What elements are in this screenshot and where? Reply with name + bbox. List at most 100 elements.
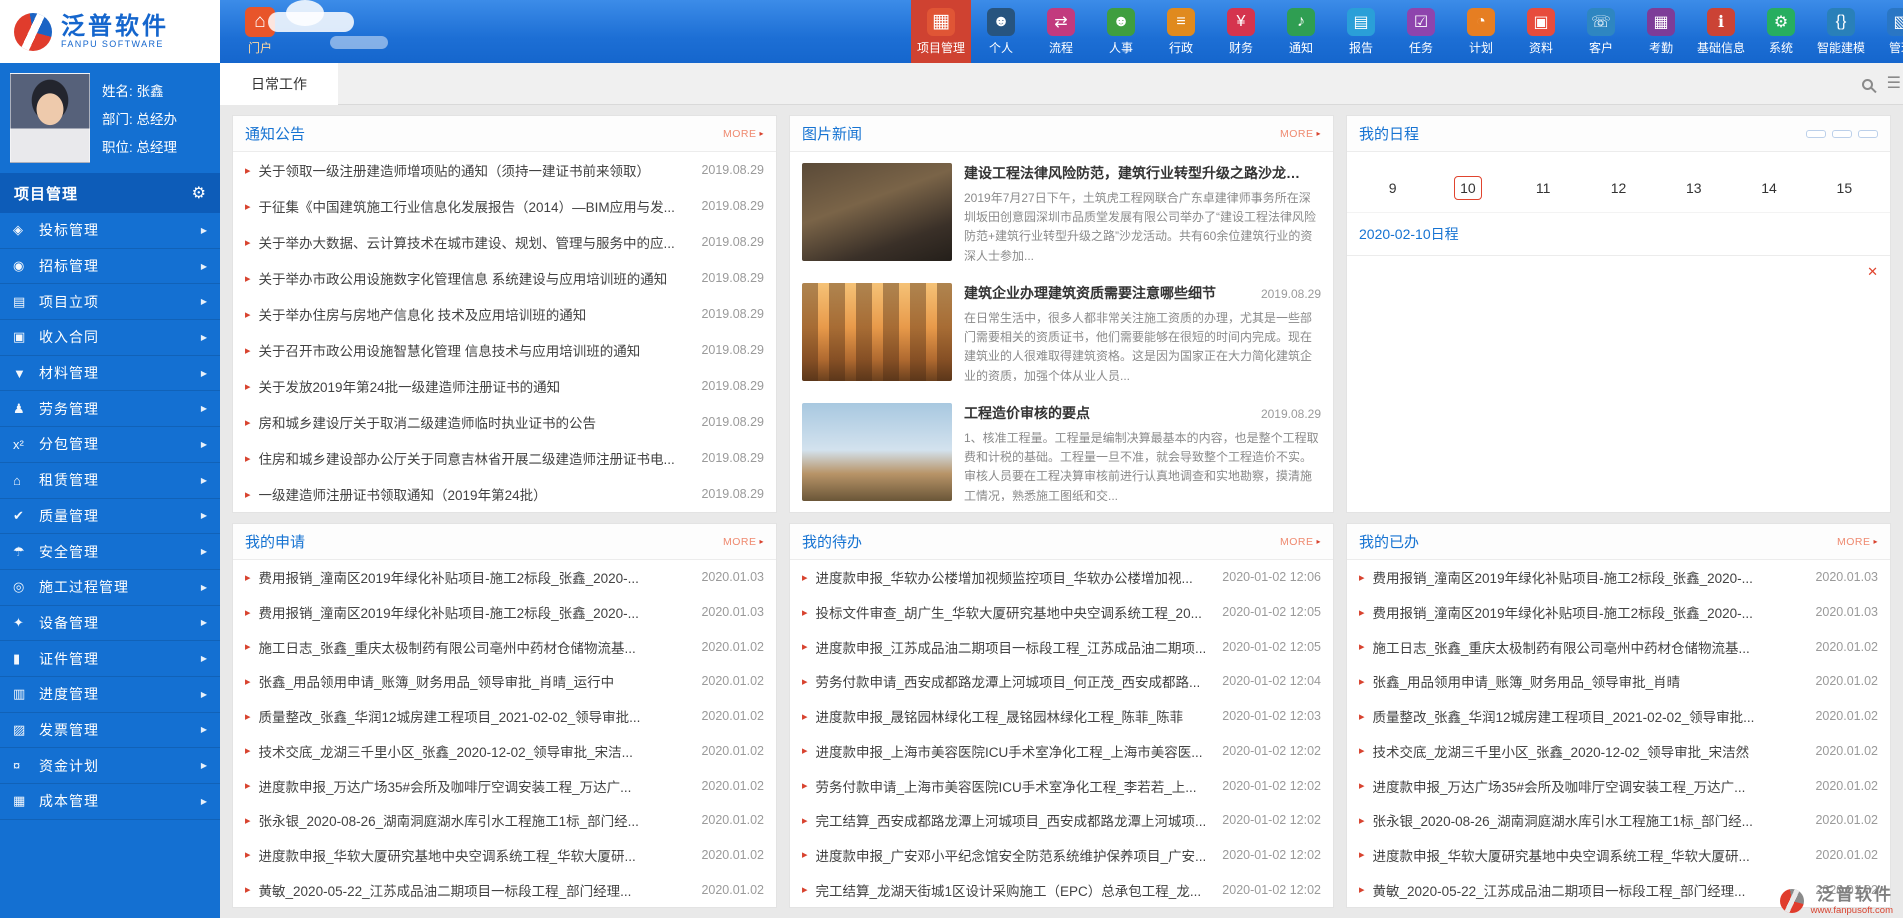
sidebar-menu-item[interactable]: ▨ 发票管理 ▶	[0, 713, 220, 749]
portal-button[interactable]: ⌂ 门户	[228, 0, 292, 63]
top-nav-item[interactable]: ▧ 管理	[1871, 0, 1903, 63]
sidebar-menu-item[interactable]: ¤ 资金计划 ▶	[0, 748, 220, 784]
todo-item[interactable]: ▸ 进度款申报_广安邓小平纪念馆安全防范系统维护保养项目_广安... 2020-…	[790, 838, 1333, 873]
schedule-nav-button[interactable]	[1806, 130, 1826, 138]
notice-item[interactable]: ▸ 关于举办市政公用设施数字化管理信息 系统建设与应用培训班的通知 2019.0…	[233, 260, 776, 296]
todo-item[interactable]: ▸ 完工结算_龙湖天街城1区设计采购施工（EPC）总承包工程_龙... 2020…	[790, 872, 1333, 907]
notice-item[interactable]: ▸ 关于举办大数据、云计算技术在城市建设、规划、管理与服务中的应... 2019…	[233, 224, 776, 260]
gear-icon[interactable]: ⚙	[192, 183, 206, 203]
top-nav-item[interactable]: ⚙ 系统	[1751, 0, 1811, 63]
todo-item[interactable]: ▸ 劳务付款申请_上海市美容医院ICU手术室净化工程_李若若_上... 2020…	[790, 768, 1333, 803]
top-nav-item[interactable]: ▦ 考勤	[1631, 0, 1691, 63]
calendar-date[interactable]: 10	[1430, 176, 1505, 200]
schedule-nav-button[interactable]	[1858, 130, 1878, 138]
sidebar-menu-item[interactable]: ▮ 证件管理 ▶	[0, 641, 220, 677]
notice-item[interactable]: ▸ 一级建造师注册证书领取通知（2019年第24批） 2019.08.29	[233, 476, 776, 512]
nav-app-icon: ¥	[1227, 8, 1255, 36]
notice-item[interactable]: ▸ 关于领取一级注册建造师增项贴的通知（须持一建证书前来领取） 2019.08.…	[233, 152, 776, 188]
more-link[interactable]: MORE ▸	[1280, 536, 1321, 548]
news-item[interactable]: 工程造价审核的要点 2019.08.29 1、核准工程量。工程量是编制决算最基本…	[790, 392, 1333, 512]
apply-item[interactable]: ▸ 费用报销_潼南区2019年绿化补贴项目-施工2标段_张鑫_2020-... …	[233, 595, 776, 630]
list-toggle-icon[interactable]: ☰	[1887, 76, 1901, 92]
search-icon[interactable]	[1862, 79, 1873, 90]
top-nav-item[interactable]: ☏ 客户	[1571, 0, 1631, 63]
news-item[interactable]: 建设工程法律风险防范，建筑行业转型升级之路沙龙活动 2019年7月27日下午，土…	[790, 152, 1333, 272]
tab-daily-work[interactable]: 日常工作	[220, 63, 338, 105]
top-nav-item[interactable]: ♪ 通知	[1271, 0, 1331, 63]
done-item[interactable]: ▸ 施工日志_张鑫_重庆太极制药有限公司亳州中药材仓储物流基... 2020.0…	[1347, 629, 1890, 664]
done-item[interactable]: ▸ 进度款申报_万达广场35#会所及咖啡厅空调安装工程_万达广... 2020.…	[1347, 768, 1890, 803]
sidebar-menu-item[interactable]: ▤ 项目立项 ▶	[0, 284, 220, 320]
notice-item[interactable]: ▸ 住房和城乡建设部办公厅关于同意吉林省开展二级建造师注册证书电... 2019…	[233, 440, 776, 476]
sidebar-menu-item[interactable]: ◎ 施工过程管理 ▶	[0, 570, 220, 606]
top-nav-item[interactable]: ☻ 人事	[1091, 0, 1151, 63]
apply-item[interactable]: ▸ 质量整改_张鑫_华润12城房建工程项目_2021-02-02_领导审批...…	[233, 699, 776, 734]
apply-item[interactable]: ▸ 进度款申报_万达广场35#会所及咖啡厅空调安装工程_万达广... 2020.…	[233, 768, 776, 803]
top-nav-item[interactable]: ◔ 计划	[1451, 0, 1511, 63]
done-item[interactable]: ▸ 质量整改_张鑫_华润12城房建工程项目_2021-02-02_领导审批...…	[1347, 699, 1890, 734]
top-nav-item[interactable]: ⇄ 流程	[1031, 0, 1091, 63]
schedule-nav-button[interactable]	[1832, 130, 1852, 138]
sidebar-menu-item[interactable]: ✦ 设备管理 ▶	[0, 606, 220, 642]
sidebar-menu-item[interactable]: ▣ 收入合同 ▶	[0, 320, 220, 356]
sidebar-menu-item[interactable]: ⌂ 租赁管理 ▶	[0, 463, 220, 499]
apply-item[interactable]: ▸ 黄敏_2020-05-22_江苏成品油二期项目一标段工程_部门经理... 2…	[233, 872, 776, 907]
notice-item[interactable]: ▸ 于征集《中国建筑施工行业信息化发展报告（2014）—BIM应用与发... 2…	[233, 188, 776, 224]
top-nav-item[interactable]: ▣ 资料	[1511, 0, 1571, 63]
sidebar-menu-item[interactable]: ▥ 进度管理 ▶	[0, 677, 220, 713]
item-text: 投标文件审查_胡广生_华软大厦研究基地中央空调系统工程_20...	[816, 602, 1215, 622]
item-text: 于征集《中国建筑施工行业信息化发展报告（2014）—BIM应用与发...	[259, 196, 694, 216]
sidebar-menu-item[interactable]: ✔ 质量管理 ▶	[0, 499, 220, 535]
sidebar-menu-item[interactable]: ▼ 材料管理 ▶	[0, 356, 220, 392]
sidebar-menu-item[interactable]: ◉ 招标管理 ▶	[0, 249, 220, 285]
news-item[interactable]: 建筑企业办理建筑资质需要注意哪些细节 2019.08.29 在日常生活中，很多人…	[790, 272, 1333, 392]
todo-item[interactable]: ▸ 进度款申报_江苏成品油二期项目一标段工程_江苏成品油二期项... 2020-…	[790, 629, 1333, 664]
todo-item[interactable]: ▸ 进度款申报_华软办公楼增加视频监控项目_华软办公楼增加视... 2020-0…	[790, 560, 1333, 595]
calendar-date[interactable]: 11	[1506, 176, 1581, 200]
todo-item[interactable]: ▸ 进度款申报_上海市美容医院ICU手术室净化工程_上海市美容医... 2020…	[790, 734, 1333, 769]
top-nav-item[interactable]: ℹ 基础信息	[1691, 0, 1751, 63]
calendar-date[interactable]: 9	[1355, 176, 1430, 200]
top-nav-item[interactable]: ☑ 任务	[1391, 0, 1451, 63]
apply-item[interactable]: ▸ 技术交底_龙湖三千里小区_张鑫_2020-12-02_领导审批_宋洁... …	[233, 734, 776, 769]
sidebar-menu-item[interactable]: ☂ 安全管理 ▶	[0, 534, 220, 570]
top-nav-item[interactable]: ☻ 个人	[971, 0, 1031, 63]
todo-item[interactable]: ▸ 进度款申报_晟铭园林绿化工程_晟铭园林绿化工程_陈菲_陈菲 2020-01-…	[790, 699, 1333, 734]
apply-item[interactable]: ▸ 进度款申报_华软大厦研究基地中央空调系统工程_华软大厦研... 2020.0…	[233, 838, 776, 873]
done-item[interactable]: ▸ 张鑫_用品领用申请_账簿_财务用品_领导审批_肖晴 2020.01.02	[1347, 664, 1890, 699]
sidebar-menu-item[interactable]: ◈ 投标管理 ▶	[0, 213, 220, 249]
done-item[interactable]: ▸ 张永银_2020-08-26_湖南洞庭湖水库引水工程施工1标_部门经... …	[1347, 803, 1890, 838]
calendar-date[interactable]: 13	[1656, 176, 1731, 200]
top-nav-item[interactable]: ¥ 财务	[1211, 0, 1271, 63]
done-item[interactable]: ▸ 技术交底_龙湖三千里小区_张鑫_2020-12-02_领导审批_宋洁然 20…	[1347, 734, 1890, 769]
done-item[interactable]: ▸ 费用报销_潼南区2019年绿化补贴项目-施工2标段_张鑫_2020-... …	[1347, 595, 1890, 630]
calendar-date[interactable]: 14	[1731, 176, 1806, 200]
done-item[interactable]: ▸ 进度款申报_华软大厦研究基地中央空调系统工程_华软大厦研... 2020.0…	[1347, 838, 1890, 873]
top-nav-item[interactable]: ▦ 项目管理	[911, 0, 971, 63]
done-item[interactable]: ▸ 费用报销_潼南区2019年绿化补贴项目-施工2标段_张鑫_2020-... …	[1347, 560, 1890, 595]
more-link[interactable]: MORE ▸	[1280, 128, 1321, 140]
todo-item[interactable]: ▸ 劳务付款申请_西安成都路龙潭上河城项目_何正茂_西安成都路... 2020-…	[790, 664, 1333, 699]
sidebar-menu-item[interactable]: x² 分包管理 ▶	[0, 427, 220, 463]
sidebar-menu-item[interactable]: ♟ 劳务管理 ▶	[0, 391, 220, 427]
notice-item[interactable]: ▸ 房和城乡建设厅关于取消二级建造师临时执业证书的公告 2019.08.29	[233, 404, 776, 440]
close-icon[interactable]: ✕	[1867, 264, 1878, 280]
top-nav-item[interactable]: {} 智能建模	[1811, 0, 1871, 63]
notice-item[interactable]: ▸ 关于召开市政公用设施智慧化管理 信息技术与应用培训班的通知 2019.08.…	[233, 332, 776, 368]
todo-item[interactable]: ▸ 完工结算_西安成都路龙潭上河城项目_西安成都路龙潭上河城项... 2020-…	[790, 803, 1333, 838]
notice-item[interactable]: ▸ 关于举办住房与房地产信息化 技术及应用培训班的通知 2019.08.29	[233, 296, 776, 332]
top-nav-item[interactable]: ≡ 行政	[1151, 0, 1211, 63]
apply-item[interactable]: ▸ 费用报销_潼南区2019年绿化补贴项目-施工2标段_张鑫_2020-... …	[233, 560, 776, 595]
more-link[interactable]: MORE ▸	[1837, 536, 1878, 548]
apply-item[interactable]: ▸ 张永银_2020-08-26_湖南洞庭湖水库引水工程施工1标_部门经... …	[233, 803, 776, 838]
more-link[interactable]: MORE ▸	[723, 128, 764, 140]
calendar-date[interactable]: 12	[1581, 176, 1656, 200]
calendar-date[interactable]: 15	[1807, 176, 1882, 200]
todo-item[interactable]: ▸ 投标文件审查_胡广生_华软大厦研究基地中央空调系统工程_20... 2020…	[790, 595, 1333, 630]
apply-item[interactable]: ▸ 张鑫_用品领用申请_账簿_财务用品_领导审批_肖晴_运行中 2020.01.…	[233, 664, 776, 699]
more-link[interactable]: MORE ▸	[723, 536, 764, 548]
apply-item[interactable]: ▸ 施工日志_张鑫_重庆太极制药有限公司亳州中药材仓储物流基... 2020.0…	[233, 629, 776, 664]
notice-item[interactable]: ▸ 关于发放2019年第24批一级建造师注册证书的通知 2019.08.29	[233, 368, 776, 404]
sidebar-menu-item[interactable]: ▦ 成本管理 ▶	[0, 784, 220, 820]
top-nav-item[interactable]: ▤ 报告	[1331, 0, 1391, 63]
